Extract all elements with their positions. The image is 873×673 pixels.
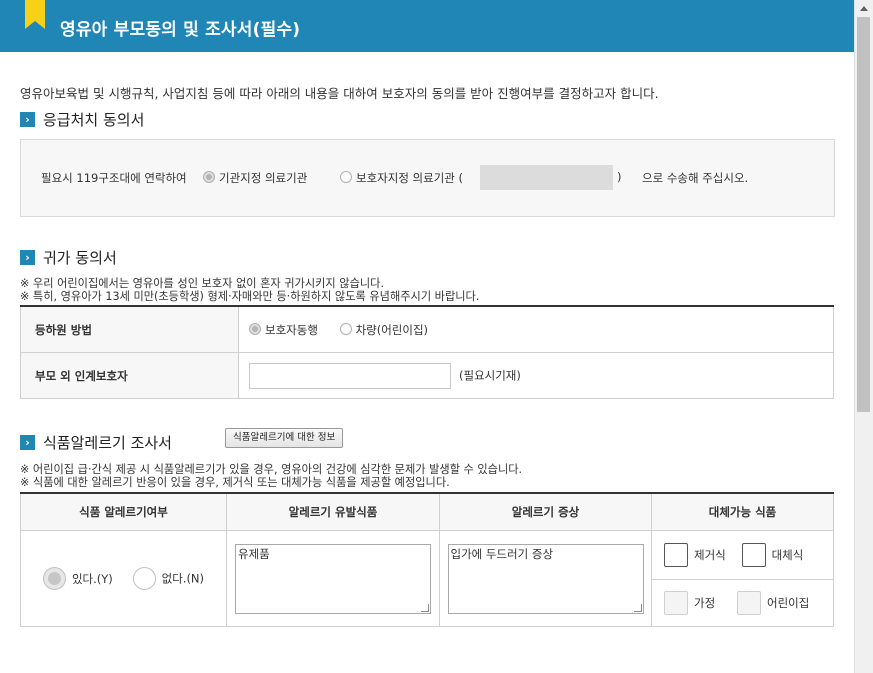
scroll-up-arrow-icon[interactable] — [855, 0, 873, 17]
symptom-cell: 입가에 두드러기 증상 — [439, 530, 652, 627]
checkbox-home[interactable] — [664, 591, 688, 615]
return-note-2: ※ 특히, 영유아가 13세 미만(초등학생) 형제·자매와만 등·하원하지 않… — [20, 290, 480, 303]
allergy-table: 식품 알레르기여부 알레르기 유발식품 알레르기 증상 대체가능 식품 있다.(… — [20, 492, 834, 627]
removal-diet-label: 제거식 — [694, 548, 726, 562]
guardian-hospital-input[interactable] — [480, 165, 613, 190]
radio-allergy-no[interactable] — [132, 567, 156, 590]
emergency-option-designated[interactable]: 기관지정 의료기관 — [203, 170, 307, 186]
checkbox-removal-diet[interactable] — [664, 543, 688, 567]
resize-grip-icon[interactable] — [421, 603, 429, 612]
table-header-row: 식품 알레르기여부 알레르기 유발식품 알레르기 증상 대체가능 식품 — [20, 492, 834, 531]
alt-options-bottom: 가정 어린이집 — [651, 579, 834, 627]
intro-text: 영유아보육법 및 시행규칙, 사업지침 등에 따라 아래의 내용을 대하여 보호… — [20, 86, 659, 101]
allergy-status-cell: 있다.(Y) 없다.(N) — [20, 530, 227, 627]
emergency-section-title: 응급처치 동의서 — [43, 111, 145, 129]
vehicle-label: 차량(어린이집) — [355, 322, 429, 337]
allergy-info-button[interactable]: 식품알레르기에 대한 정보 — [225, 428, 344, 448]
allergy-section-title: 식품알레르기 조사서 — [43, 434, 172, 452]
row-label-other-guardian: 부모 외 인계보호자 — [20, 352, 239, 399]
checkbox-substitute-diet[interactable] — [741, 543, 766, 567]
return-table: 등하원 방법 보호자동행 차량(어린이집) 부모 외 인계보호자 (필요시기재) — [20, 305, 834, 399]
trigger-food-textarea[interactable]: 유제품 — [235, 543, 431, 614]
col-header-trigger-food: 알레르기 유발식품 — [226, 492, 440, 531]
method-options: 보호자동행 차량(어린이집) — [238, 305, 834, 353]
table-row: 부모 외 인계보호자 (필요시기재) — [20, 352, 834, 399]
trigger-food-value: 유제품 — [238, 546, 270, 561]
home-label: 가정 — [694, 596, 716, 610]
substitute-diet-label: 대체식 — [771, 548, 804, 562]
emergency-suffix: 으로 수송해 주십시오. — [642, 171, 749, 185]
other-guardian-input[interactable] — [249, 362, 451, 389]
guardian-accompany-label: 보호자동행 — [265, 322, 318, 337]
col-header-allergy-status: 식품 알레르기여부 — [20, 492, 227, 531]
resize-grip-icon[interactable] — [633, 603, 642, 612]
radio-designated-hospital[interactable] — [203, 171, 215, 183]
radio-guardian-hospital[interactable] — [340, 171, 352, 183]
emergency-section-heading: › 응급처치 동의서 — [20, 109, 144, 130]
bookmark-icon — [25, 0, 45, 29]
vertical-scrollbar[interactable] — [854, 0, 873, 673]
trigger-food-cell: 유제품 — [226, 530, 440, 627]
allergy-note-1: ※ 어린이집 급·간식 제공 시 식품알레르기가 있을 경우, 영유아의 건강에… — [20, 463, 523, 476]
other-guardian-hint: (필요시기재) — [459, 368, 521, 382]
chevron-right-icon: › — [20, 250, 35, 265]
table-row: 등하원 방법 보호자동행 차량(어린이집) — [20, 305, 834, 353]
allergy-yes-label: 있다.(Y) — [71, 571, 113, 586]
chevron-right-icon: › — [20, 112, 35, 127]
return-note-1: ※ 우리 어린이집에서는 영유아를 성인 보호자 없이 혼자 귀가시키지 않습니… — [20, 277, 385, 290]
return-section-title: 귀가 동의서 — [43, 249, 117, 267]
alt-options-top: 제거식 대체식 — [651, 530, 834, 580]
symptom-value: 입가에 두드러기 증상 — [450, 546, 554, 561]
close-paren: ) — [617, 170, 622, 184]
chevron-right-icon: › — [20, 435, 35, 450]
col-header-symptom: 알레르기 증상 — [439, 492, 652, 531]
checkbox-daycare[interactable] — [737, 591, 761, 615]
other-guardian-cell: (필요시기재) — [238, 352, 834, 399]
page-header: 영유아 부모동의 및 조사서(필수) — [0, 0, 855, 52]
return-section-heading: › 귀가 동의서 — [20, 247, 117, 268]
col-header-alternative: 대체가능 식품 — [651, 492, 834, 531]
scroll-thumb[interactable] — [857, 17, 870, 412]
emergency-option-guardian[interactable]: 보호자지정 의료기관 ( — [340, 170, 463, 186]
allergy-note-2: ※ 식품에 대한 알레르기 반응이 있을 경우, 제거식 또는 대체가능 식품을… — [20, 476, 450, 489]
radio-guardian-label: 보호자지정 의료기관 ( — [356, 171, 464, 185]
radio-vehicle[interactable] — [339, 322, 352, 335]
allergy-section-heading: › 식품알레르기 조사서 — [20, 432, 172, 453]
radio-designated-label: 기관지정 의료기관 — [219, 171, 308, 185]
return-notes: ※ 우리 어린이집에서는 영유아를 성인 보호자 없이 혼자 귀가시키지 않습니… — [20, 277, 479, 303]
radio-guardian-accompany[interactable] — [249, 322, 261, 335]
symptom-textarea[interactable]: 입가에 두드러기 증상 — [447, 543, 644, 614]
row-label-method: 등하원 방법 — [20, 305, 239, 353]
table-row: 있다.(Y) 없다.(N) 유제품 입가에 두드러기 증상 제거식 대체식 — [20, 530, 834, 627]
emergency-prefix: 필요시 119구조대에 연락하여 — [41, 171, 187, 185]
daycare-label: 어린이집 — [767, 596, 810, 610]
allergy-notes: ※ 어린이집 급·간식 제공 시 식품알레르기가 있을 경우, 영유아의 건강에… — [20, 463, 522, 489]
radio-allergy-yes[interactable] — [42, 567, 66, 590]
page-title: 영유아 부모동의 및 조사서(필수) — [60, 20, 301, 40]
allergy-no-label: 없다.(N) — [161, 571, 205, 586]
